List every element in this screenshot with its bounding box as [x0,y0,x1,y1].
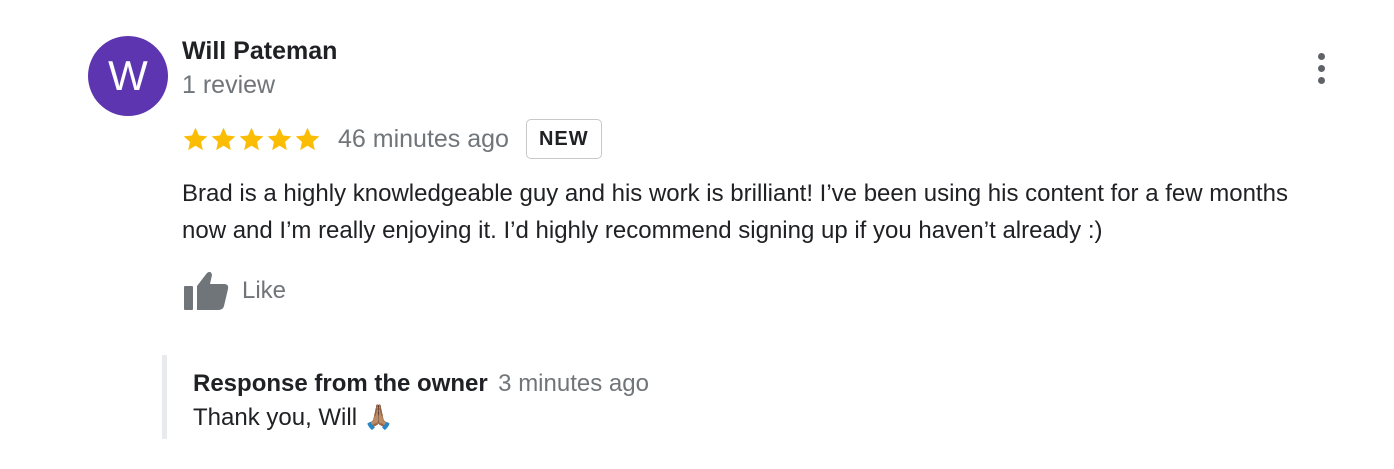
owner-response-text: Thank you, Will 🙏🏽 [193,404,394,431]
more-options-button[interactable] [1306,50,1338,86]
like-button[interactable]: Like [182,270,286,312]
owner-response: Response from the owner 3 minutes ago Th… [162,355,867,439]
owner-response-time: 3 minutes ago [498,370,649,397]
review-count[interactable]: 1 review [182,70,275,100]
reviewer-name[interactable]: Will Pateman [182,36,337,66]
star-icon [295,127,320,150]
star-icon [267,127,292,150]
more-vert-icon [1318,53,1325,60]
avatar[interactable]: W [88,36,168,116]
star-icon [211,127,236,150]
thumb-up-icon [184,271,229,310]
owner-response-title: Response from the owner [193,370,488,397]
owner-response-header: Response from the owner 3 minutes ago [193,369,649,402]
star-icon [239,127,264,150]
more-vert-icon [1318,77,1325,84]
new-badge: NEW [525,119,602,159]
more-vert-icon [1318,65,1325,72]
like-label: Like [242,277,287,304]
review-time: 46 minutes ago [338,124,509,153]
rating-row: 46 minutes ago NEW [182,118,602,160]
star-rating [182,126,322,153]
review-text: Brad is a highly knowledgeable guy and h… [182,180,1288,244]
star-icon [183,127,208,150]
